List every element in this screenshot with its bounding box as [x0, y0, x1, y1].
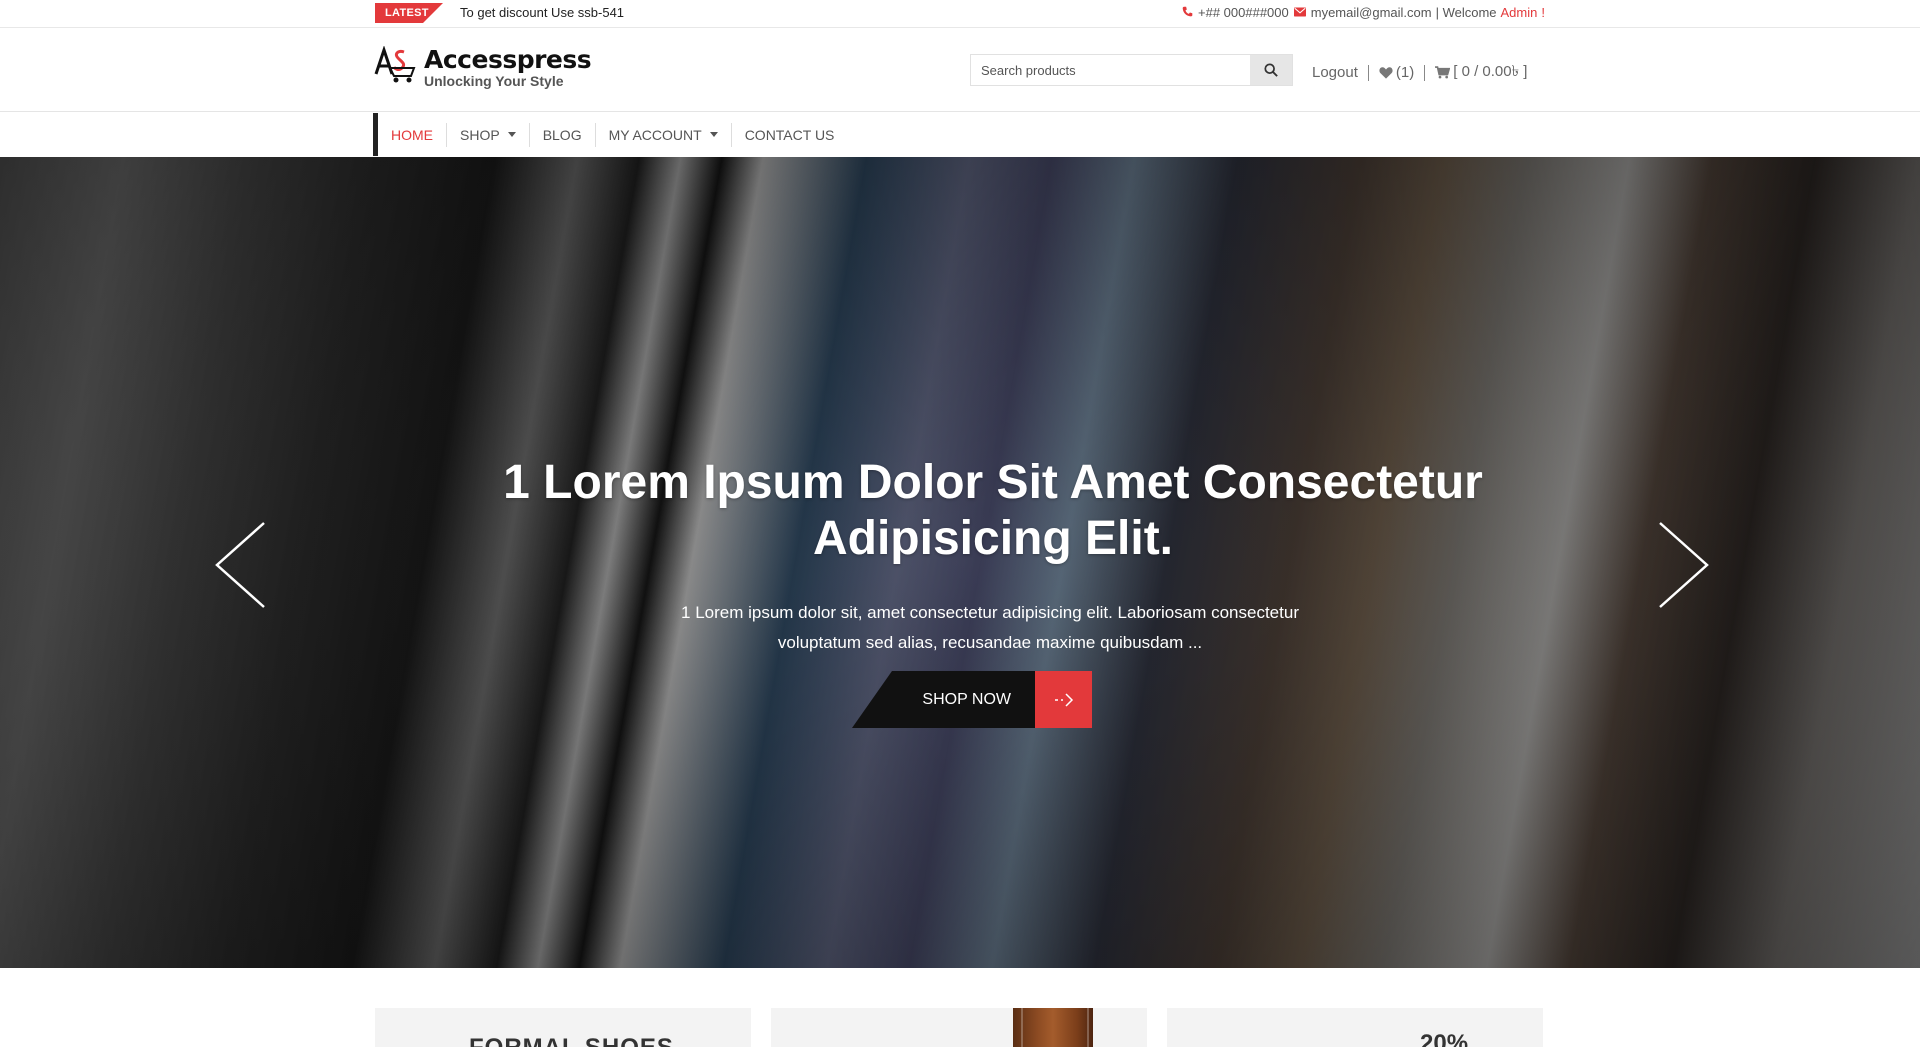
main-navigation: HOME SHOP BLOG MY ACCOUNT CONTACT US [0, 113, 1920, 157]
promo-card-label: FORMAL SHOES [469, 1034, 674, 1047]
cart-summary: [ 0 / 0.00৳ ] [1453, 63, 1528, 80]
envelope-icon [1293, 6, 1307, 20]
cart-icon [1435, 66, 1451, 79]
caret-down-icon [709, 132, 718, 137]
promo-card-discount[interactable]: 20% [1167, 1008, 1543, 1047]
hero-description: 1 Lorem ipsum dolor sit, amet consectetu… [681, 603, 1299, 652]
welcome-text: | Welcome [1435, 5, 1497, 20]
top-bar: LATEST To get discount Use ssb-541 +## 0… [0, 0, 1920, 28]
caret-down-icon [507, 132, 516, 137]
latest-label: LATEST [385, 7, 429, 19]
wishlist-link[interactable]: (1) [1379, 64, 1414, 81]
admin-link[interactable]: Admin [1501, 5, 1538, 20]
news-ticker[interactable]: To get discount Use ssb-541 [460, 5, 624, 20]
nav-label: SHOP [460, 126, 500, 143]
phone-number: +## 000###000 [1198, 5, 1289, 20]
promo-card-belt[interactable] [771, 1008, 1147, 1047]
heart-icon [1379, 67, 1393, 79]
chevron-left-icon [215, 522, 265, 608]
latest-badge: LATEST [375, 3, 451, 23]
header-account-links: Logout (1) [ 0 / 0.00৳ ] [1312, 60, 1527, 85]
wishlist-count: (1) [1395, 64, 1415, 81]
nav-item-blog[interactable]: BLOG [530, 122, 596, 147]
email-link[interactable]: myemail@gmail.com [1311, 5, 1432, 20]
phone-icon [1180, 6, 1194, 20]
shop-now-button[interactable]: SHOP NOW [852, 671, 1092, 728]
search-icon [1264, 63, 1278, 77]
logo-tagline: Unlocking Your Style [424, 73, 564, 89]
welcome-suffix: ! [1541, 5, 1545, 20]
hero-title: 1 Lorem Ipsum Dolor Sit Amet Consectetur… [503, 456, 1483, 565]
logout-link[interactable]: Logout [1312, 64, 1358, 81]
nav-item-my-account[interactable]: MY ACCOUNT [596, 122, 732, 147]
nav-item-home[interactable]: HOME [378, 122, 447, 147]
nav-item-contact-us[interactable]: CONTACT US [732, 123, 848, 147]
site-header: Accesspress Unlocking Your Style Logout … [0, 28, 1920, 112]
logo-mark [374, 45, 418, 84]
promo-card-percent: 20% [1420, 1030, 1469, 1047]
nav-item-shop[interactable]: SHOP [447, 122, 530, 147]
logo-title: Accesspress [424, 45, 592, 74]
product-search [970, 54, 1293, 86]
nav-label: CONTACT US [744, 126, 835, 143]
search-input[interactable] [971, 55, 1250, 85]
cart-link[interactable]: [ 0 / 0.00৳ ] [1435, 60, 1527, 85]
search-button[interactable] [1250, 55, 1292, 85]
chevron-right-icon [1659, 522, 1709, 608]
shop-now-label: SHOP NOW [922, 690, 1011, 708]
promo-card-formal-shoes[interactable]: FORMAL SHOES [375, 1008, 751, 1047]
nav-label: BLOG [542, 126, 582, 143]
site-logo[interactable]: Accesspress Unlocking Your Style [374, 45, 592, 89]
nav-label: HOME [391, 126, 433, 143]
hero-slider: 1 Lorem Ipsum Dolor Sit Amet Consectetur… [0, 157, 1920, 968]
promo-cards: FORMAL SHOES 20% [375, 1008, 1543, 1047]
slider-next-button[interactable] [1652, 519, 1712, 609]
belt-image [1013, 1008, 1093, 1047]
slider-prev-button[interactable] [212, 519, 272, 609]
top-contact: +## 000###000 myemail@gmail.com | Welcom… [1180, 5, 1545, 20]
arrow-right-icon [1035, 671, 1092, 728]
nav-label: MY ACCOUNT [608, 126, 702, 143]
